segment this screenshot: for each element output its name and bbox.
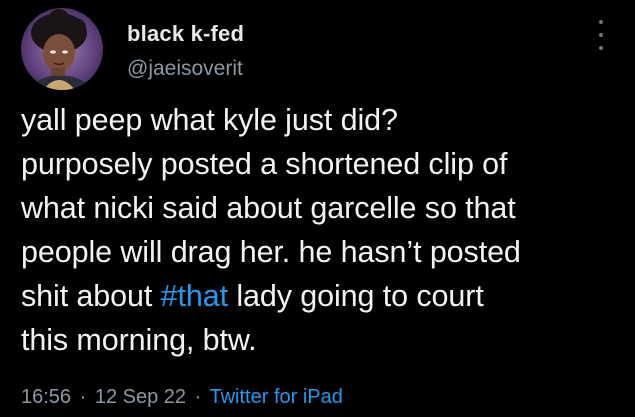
tweet-line: people will drag her. he hasn’t posted — [21, 235, 521, 269]
tweet-line: what nicki said about garcelle so that — [21, 191, 516, 225]
tweet-meta: 16:56 · 12 Sep 22 · Twitter for iPad — [21, 386, 343, 409]
tweet-time[interactable]: 16:56 — [21, 386, 71, 408]
tweet-date[interactable]: 12 Sep 22 — [95, 386, 186, 408]
tweet: black k-fed @jaeisoverit yall peep what … — [0, 0, 635, 417]
hashtag-link[interactable]: #that — [161, 279, 228, 313]
display-name[interactable]: black k-fed — [127, 21, 244, 47]
tweet-line: purposely posted a shortened clip of — [21, 147, 508, 181]
tweet-line-text: shit about — [21, 279, 161, 313]
tweet-text: yall peep what kyle just did? purposely … — [21, 98, 621, 362]
more-dot — [599, 33, 603, 37]
tweet-line: yall peep what kyle just did? — [21, 103, 398, 137]
user-handle[interactable]: @jaeisoverit — [127, 57, 243, 81]
avatar[interactable] — [21, 8, 103, 90]
tweet-source-link[interactable]: Twitter for iPad — [210, 386, 343, 408]
more-vertical-icon[interactable] — [592, 20, 610, 50]
illustrated-avatar-icon — [21, 8, 103, 90]
meta-separator: · — [194, 386, 202, 408]
more-dot — [599, 46, 603, 50]
tweet-line-text: lady going to court — [227, 279, 484, 313]
tweet-line: shit about #that lady going to court — [21, 274, 621, 318]
more-dot — [599, 20, 603, 24]
meta-separator: · — [79, 386, 87, 408]
tweet-line: this morning, btw. — [21, 323, 257, 357]
